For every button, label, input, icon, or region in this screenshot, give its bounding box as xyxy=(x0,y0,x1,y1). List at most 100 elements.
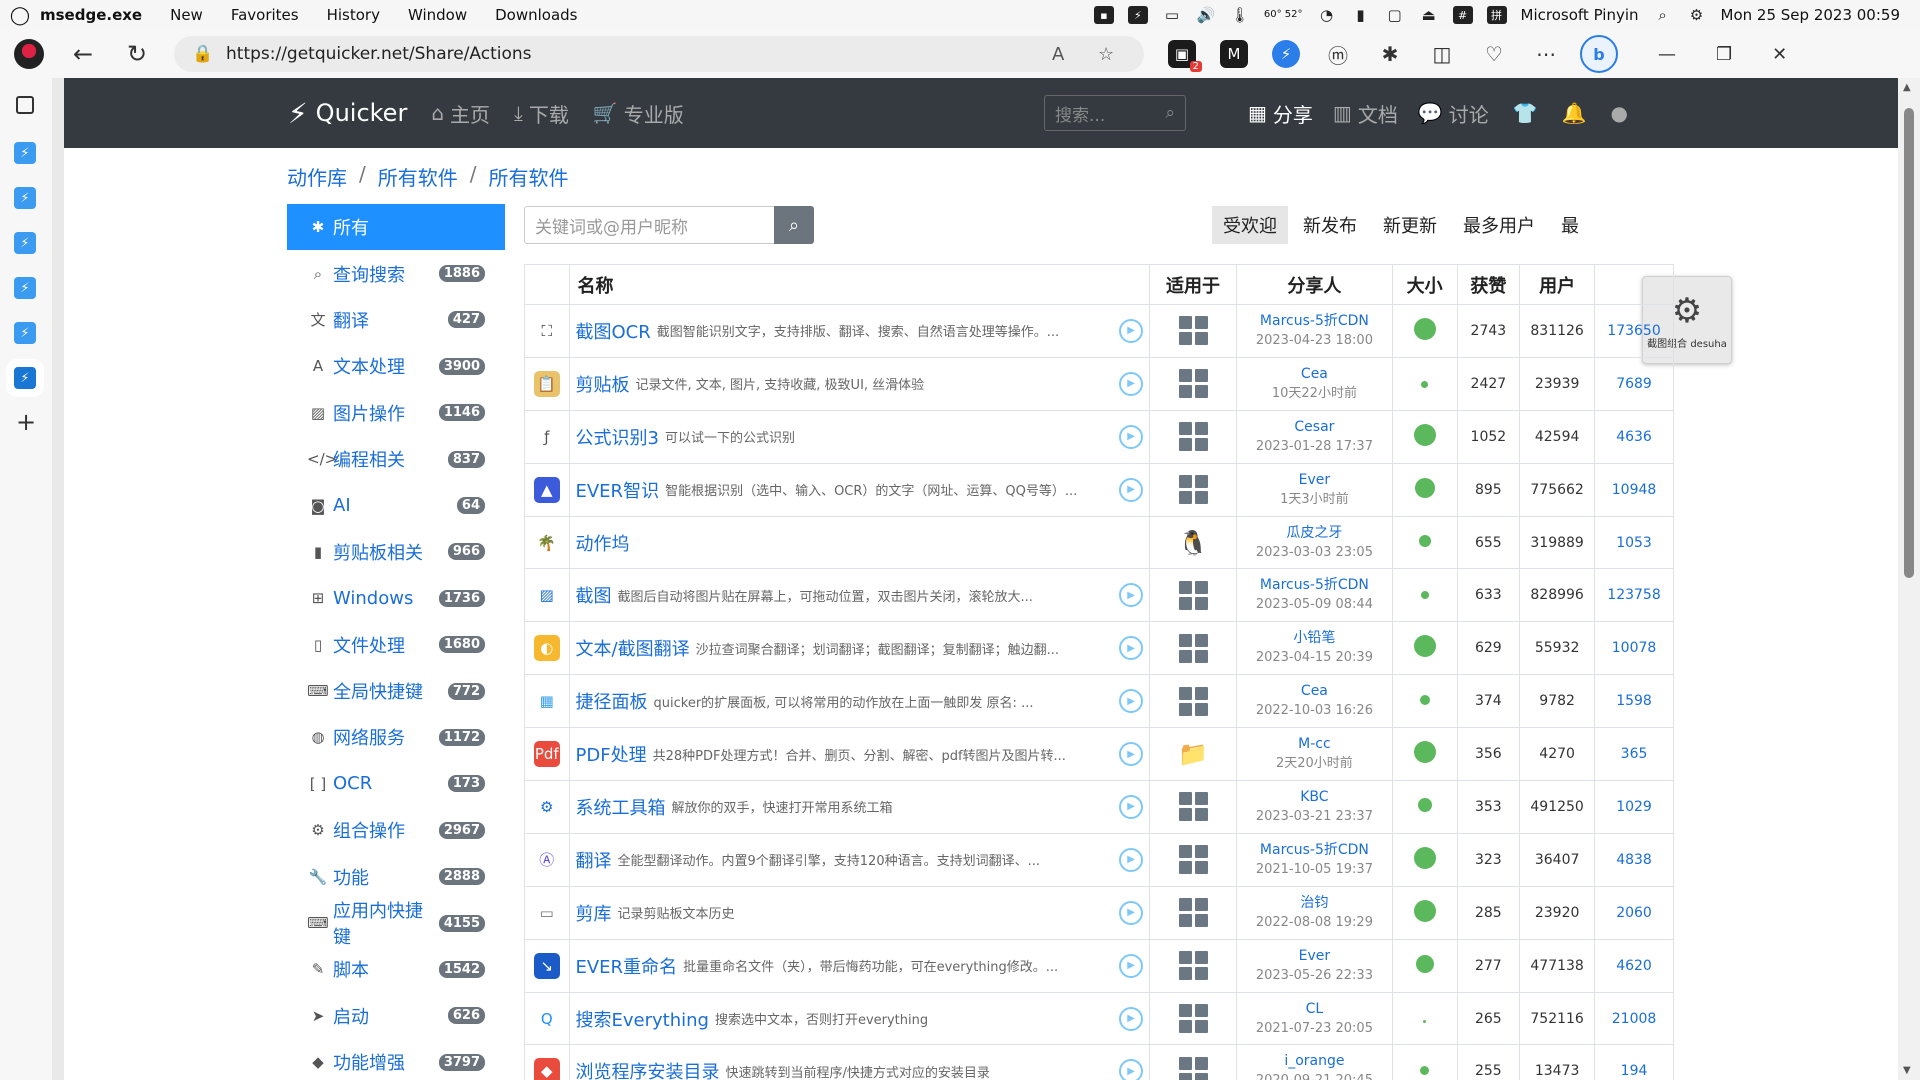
site-brand[interactable]: ⚡ Quicker xyxy=(288,97,407,130)
run-action-icon[interactable]: ▶ xyxy=(1119,847,1144,872)
category-item[interactable]: ▮ 剪贴板相关 966 xyxy=(287,529,505,575)
restore-icon[interactable]: ❐ xyxy=(1716,44,1732,65)
category-item[interactable]: A 文本处理 3900 xyxy=(287,343,505,389)
extension-badge-icon[interactable]: ▣ 2 xyxy=(1168,40,1202,72)
run-action-icon[interactable]: ▶ xyxy=(1119,636,1144,661)
header-size[interactable]: 大小 xyxy=(1391,264,1458,305)
display-icon[interactable]: ▭ xyxy=(1162,6,1182,24)
action-title-link[interactable]: 公式识别3 xyxy=(576,424,659,450)
vertical-tab-quicker-4[interactable]: ⚡ xyxy=(14,277,36,299)
action-title-link[interactable]: 浏览程序安装目录 xyxy=(576,1058,720,1080)
nav-home[interactable]: ⌂ 主页 xyxy=(431,99,490,128)
action-title-link[interactable]: 系统工具箱 xyxy=(576,794,666,820)
read-aloud-icon[interactable]: A xyxy=(1052,44,1072,65)
category-item[interactable]: ▨ 图片操作 1146 xyxy=(287,390,505,436)
new-tab-icon[interactable]: + xyxy=(16,408,36,436)
extra-count-link[interactable]: 10948 xyxy=(1594,462,1674,517)
scroll-down-icon[interactable]: ▼ xyxy=(1903,1065,1911,1076)
header-applies-to[interactable]: 适用于 xyxy=(1149,264,1238,305)
action-title-link[interactable]: 翻译 xyxy=(576,847,612,873)
action-title-link[interactable]: 搜索Everything xyxy=(576,1006,709,1032)
category-item[interactable]: ◍ 网络服务 1172 xyxy=(287,714,505,760)
breadcrumb-item[interactable]: 所有软件 xyxy=(378,162,458,191)
run-action-icon[interactable]: ▶ xyxy=(1119,424,1144,449)
action-title-link[interactable]: PDF处理 xyxy=(576,741,647,767)
keyword-search-button[interactable]: ⌕ xyxy=(774,206,814,244)
action-title-link[interactable]: 截图OCR xyxy=(576,318,651,344)
category-item[interactable]: ⌕ 查询搜索 1886 xyxy=(287,250,505,296)
bing-chat-icon[interactable]: b xyxy=(1580,35,1618,73)
extra-count-link[interactable]: 173650 xyxy=(1594,304,1674,358)
sharer-link[interactable]: 治钧 xyxy=(1237,894,1392,913)
input-method-label[interactable]: Microsoft Pinyin xyxy=(1521,6,1639,24)
vertical-tab-quicker-active[interactable]: ⚡ xyxy=(14,367,36,389)
sharer-link[interactable]: Cesar xyxy=(1237,418,1392,437)
quicker-tray-icon[interactable]: ⚡ xyxy=(1127,6,1148,24)
run-action-icon[interactable]: ▶ xyxy=(1119,1006,1144,1031)
app-name[interactable]: msedge.exe xyxy=(40,6,142,24)
run-action-icon[interactable]: ▶ xyxy=(1119,1059,1144,1080)
sharer-link[interactable]: Marcus-5折CDN xyxy=(1237,841,1392,860)
nav-pro[interactable]: 🛒 专业版 xyxy=(593,99,684,128)
bell-icon[interactable]: 🔔 xyxy=(1562,101,1587,125)
action-title-link[interactable]: 剪贴板 xyxy=(576,371,630,397)
menu-favorites[interactable]: Favorites xyxy=(231,6,299,24)
close-icon[interactable]: ✕ xyxy=(1772,44,1787,65)
category-item[interactable]: 🔧 功能 2888 xyxy=(287,853,505,899)
site-search-icon[interactable]: ⌕ xyxy=(1165,103,1175,123)
menu-window[interactable]: Window xyxy=(408,6,467,24)
input-method-icon[interactable]: 拼 xyxy=(1486,6,1507,24)
sharer-link[interactable]: Cea xyxy=(1237,682,1392,701)
run-action-icon[interactable]: ▶ xyxy=(1119,794,1144,819)
header-name[interactable]: 名称 xyxy=(568,264,1151,305)
more-menu-icon[interactable]: ⋯ xyxy=(1532,40,1560,68)
grid-app-icon[interactable]: # xyxy=(1452,6,1473,24)
sort-new[interactable]: 新发布 xyxy=(1292,206,1368,244)
action-title-link[interactable]: 动作坞 xyxy=(576,530,630,556)
browser-essentials-icon[interactable]: ♡ xyxy=(1480,40,1508,68)
run-action-icon[interactable]: ▶ xyxy=(1119,371,1144,396)
spotlight-search-icon[interactable]: ⌕ xyxy=(1653,6,1673,24)
action-title-link[interactable]: 捷径面板 xyxy=(576,688,648,714)
category-item[interactable]: ⚙ 组合操作 2967 xyxy=(287,807,505,853)
sharer-link[interactable]: Cea xyxy=(1237,365,1392,384)
category-item[interactable]: ✱ 所有 xyxy=(287,204,505,251)
category-item[interactable]: ⊞ Windows 1736 xyxy=(287,575,505,621)
sharer-link[interactable]: Ever xyxy=(1237,471,1392,490)
menu-downloads[interactable]: Downloads xyxy=(495,6,577,24)
category-item[interactable]: 文翻译 427 xyxy=(287,297,505,343)
extra-count-link[interactable]: 194 xyxy=(1594,1044,1674,1080)
refresh-button[interactable]: ↻ xyxy=(120,37,154,71)
back-button[interactable]: ← xyxy=(66,37,100,71)
sharer-link[interactable]: Ever xyxy=(1237,947,1392,966)
breadcrumb-item[interactable]: 所有软件 xyxy=(489,162,569,191)
menu-new[interactable]: New xyxy=(170,6,203,24)
sharer-link[interactable]: Marcus-5折CDN xyxy=(1237,576,1392,595)
lock-icon[interactable]: 🔒 xyxy=(192,44,213,64)
system-menu-icon[interactable]: ◯ xyxy=(0,5,40,26)
extra-count-link[interactable]: 4620 xyxy=(1594,938,1674,993)
extra-count-link[interactable]: 2060 xyxy=(1594,885,1674,940)
category-item[interactable]: </> 编程相关 837 xyxy=(287,436,505,482)
extra-count-link[interactable]: 7689 xyxy=(1594,356,1674,411)
vertical-tab-quicker-3[interactable]: ⚡ xyxy=(14,232,36,254)
extra-count-link[interactable]: 21008 xyxy=(1594,991,1674,1046)
category-item[interactable]: ➤ 启动 626 xyxy=(287,993,505,1039)
site-search-input[interactable]: 搜索... ⌕ xyxy=(1044,95,1187,131)
vertical-tab-quicker-1[interactable]: ⚡ xyxy=(14,142,36,164)
quicker-extension-icon[interactable]: ⚡ xyxy=(1272,40,1300,68)
extra-count-link[interactable]: 10078 xyxy=(1594,621,1674,676)
page-scrollbar[interactable]: ▲ ▼ xyxy=(1898,78,1920,1080)
category-item[interactable]: ◆ 功能增强 3797 xyxy=(287,1039,505,1080)
user-icon[interactable]: ● xyxy=(1611,101,1628,125)
tshirt-icon[interactable]: 👕 xyxy=(1513,101,1538,125)
vertical-tab-quicker-2[interactable]: ⚡ xyxy=(14,187,36,209)
run-action-icon[interactable]: ▶ xyxy=(1119,689,1144,714)
clock[interactable]: Mon 25 Sep 2023 00:59 xyxy=(1721,6,1900,24)
volume-icon[interactable]: 🔊 xyxy=(1196,6,1216,24)
control-center-icon[interactable]: ⚙ xyxy=(1687,6,1707,24)
category-item[interactable]: ▯ 文件处理 1680 xyxy=(287,622,505,668)
keyword-search-input[interactable]: 关键词或@用户昵称 xyxy=(524,206,774,244)
nav-docs[interactable]: ▥ 文档 xyxy=(1333,99,1398,128)
extra-count-link[interactable]: 123758 xyxy=(1594,568,1674,623)
